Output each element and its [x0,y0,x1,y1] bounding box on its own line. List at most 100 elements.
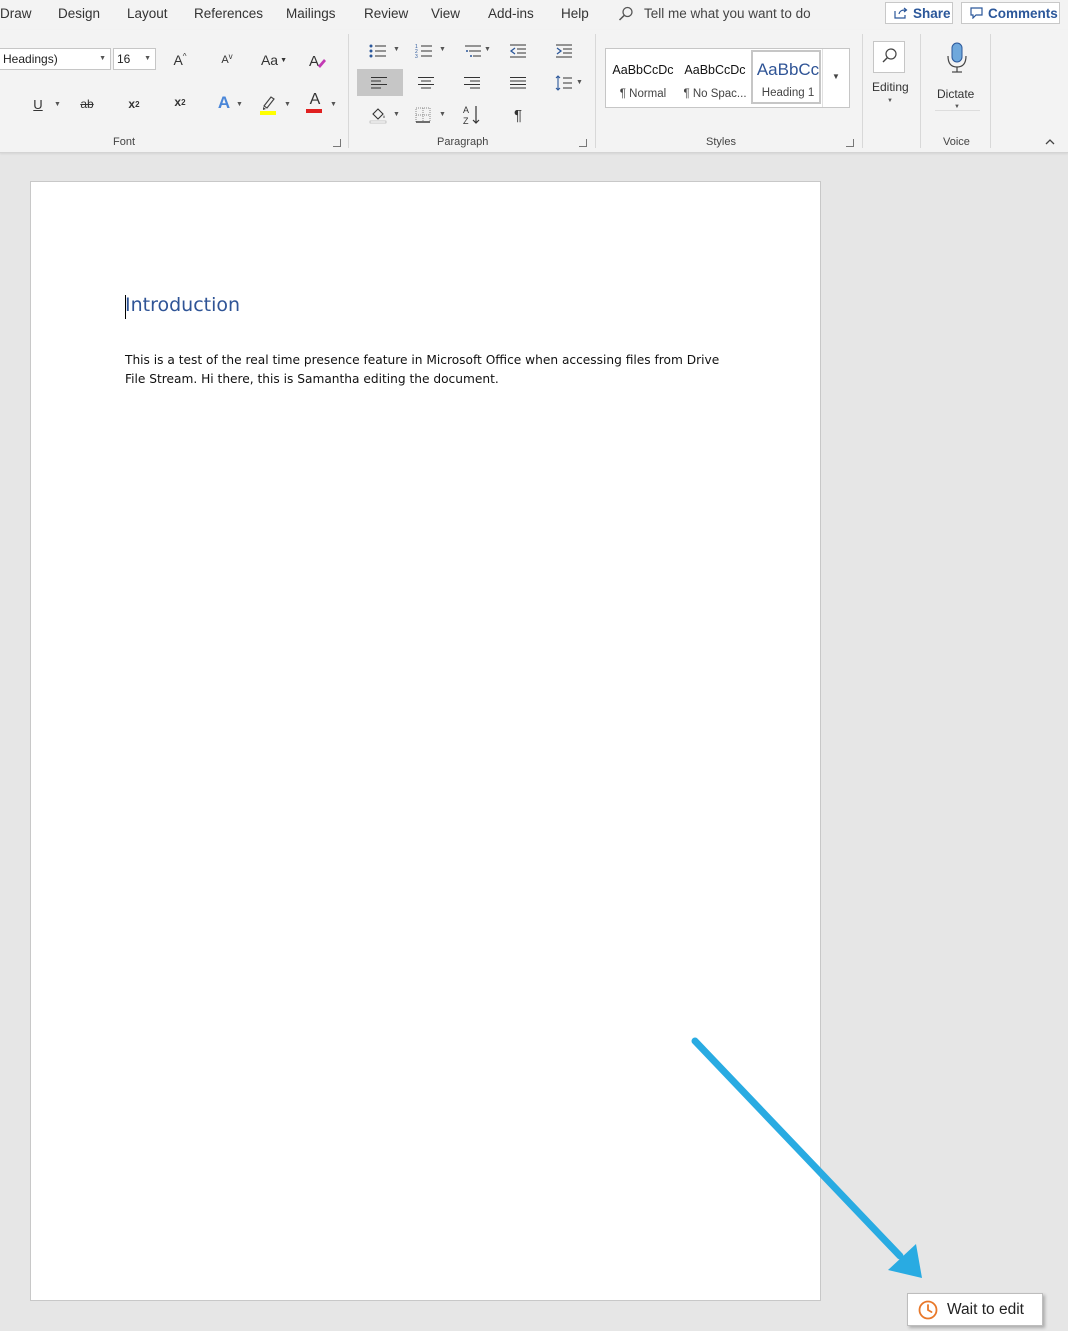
styles-dialog-launcher[interactable] [846,139,854,147]
editing-button[interactable]: Editing ▼ [867,40,913,112]
comment-icon [970,7,983,19]
decrease-indent-button[interactable] [508,42,528,60]
chevron-down-icon[interactable]: ▼ [393,46,400,53]
styles-gallery: AaBbCcDc ¶ Normal AaBbCcDc ¶ No Spac... … [605,48,850,108]
line-spacing-button[interactable] [554,74,574,92]
chevron-down-icon[interactable]: ▼ [576,79,583,86]
collapse-ribbon-icon[interactable] [1044,138,1056,146]
superscript-button[interactable]: x2 [170,92,190,112]
tab-view[interactable]: View [431,6,460,21]
change-case-button[interactable]: Aa ▼ [259,50,289,70]
style-normal[interactable]: AaBbCcDc ¶ Normal [608,49,678,107]
numbering-button[interactable]: 1 2 3 [413,42,435,60]
svg-text:A: A [463,105,469,115]
font-color-button[interactable]: A [305,90,325,114]
bullets-icon [369,44,386,58]
justify-icon [510,77,526,89]
underline-button[interactable]: U [29,94,47,114]
align-center-button[interactable] [417,76,435,90]
chevron-down-icon[interactable]: ▼ [439,46,446,53]
decrease-indent-icon [509,44,526,58]
tab-layout[interactable]: Layout [127,6,168,21]
subscript-button[interactable]: x2 [124,94,144,114]
comments-button[interactable]: Comments [961,2,1060,24]
clock-icon [918,1300,938,1319]
voice-group-label: Voice [943,136,970,148]
clear-formatting-icon: A [309,53,326,70]
text-effects-button[interactable]: A [214,92,234,114]
paint-bucket-icon [369,108,387,124]
chevron-down-icon[interactable]: ▼ [54,101,61,108]
chevron-down-icon[interactable]: ▼ [439,111,446,118]
tab-draw[interactable]: Draw [0,6,32,21]
tab-design[interactable]: Design [58,6,100,21]
style-name: ¶ Normal [619,88,667,100]
grow-font-icon: A [173,52,183,68]
strikethrough-icon: ab [80,97,94,111]
dictate-button[interactable]: Dictate ▼ [933,40,981,116]
multilevel-list-button[interactable] [462,42,484,60]
justify-button[interactable] [509,76,527,90]
show-formatting-button[interactable]: ¶ [508,105,528,125]
style-heading-1[interactable]: AaBbCc Heading 1 [751,50,821,104]
document-paragraph[interactable]: This is a test of the real time presence… [125,351,725,389]
borders-button[interactable] [413,105,433,125]
share-button[interactable]: Share [885,2,953,24]
chevron-down-icon: ▼ [99,55,106,62]
chevron-down-icon[interactable]: ▼ [236,101,243,108]
increase-indent-button[interactable] [554,42,574,60]
grow-font-button[interactable]: A ^ [170,50,190,70]
sort-button[interactable]: A Z [461,103,483,127]
microphone-icon [947,42,967,73]
styles-more-button[interactable]: ▼ [822,49,849,107]
pilcrow-icon: ¶ [513,106,523,124]
clear-formatting-button[interactable]: A [305,50,329,72]
shrink-font-button[interactable]: Av [217,50,237,70]
chevron-down-icon[interactable]: ▼ [484,46,491,53]
align-left-button[interactable] [370,76,388,90]
chevron-down-icon: ▼ [887,98,893,104]
chevron-down-icon[interactable]: ▼ [330,101,337,108]
paragraph-group-label: Paragraph [437,136,489,148]
borders-icon [415,107,431,123]
font-dialog-launcher[interactable] [333,139,341,147]
align-right-button[interactable] [463,76,481,90]
subscript-icon: x [128,97,136,111]
font-name-box[interactable]: Headings) ▼ [0,48,111,70]
ribbon: Headings) ▼ 16 ▼ A ^ Av Aa ▼ A U ▼ ab x2 x… [0,30,1068,153]
editing-label: Editing [872,80,909,94]
search-icon [618,6,633,21]
styles-group-label: Styles [706,136,736,148]
highlight-color-bar [260,111,276,115]
tab-add-ins[interactable]: Add-ins [488,6,534,21]
tab-references[interactable]: References [194,6,263,21]
share-label: Share [913,5,951,21]
superscript-icon: x [174,95,182,109]
paragraph-dialog-launcher[interactable] [579,139,587,147]
wait-to-edit-button[interactable]: Wait to edit [907,1293,1043,1326]
document-heading[interactable]: Introduction [125,294,240,316]
font-color-bar [306,109,322,113]
chevron-down-icon[interactable]: ▼ [284,101,291,108]
font-size-box[interactable]: 16 ▼ [113,48,156,70]
change-case-icon: Aa [260,52,279,68]
wait-to-edit-label: Wait to edit [947,1300,1024,1318]
group-separator [348,34,349,148]
strikethrough-button[interactable]: ab [77,94,97,114]
chevron-down-icon: ▼ [144,55,151,62]
shading-button[interactable] [368,105,388,125]
shrink-font-icon: A [221,54,229,66]
style-no-spacing[interactable]: AaBbCcDc ¶ No Spac... [680,49,750,107]
tab-review[interactable]: Review [364,6,408,21]
tab-mailings[interactable]: Mailings [286,6,336,21]
highlight-color-button[interactable] [258,92,280,116]
tab-help[interactable]: Help [561,6,589,21]
group-separator [862,34,863,148]
bullets-button[interactable] [367,42,389,60]
style-name: ¶ No Spac... [683,88,747,100]
style-preview: AaBbCc [756,60,820,79]
font-size-value: 16 [117,52,131,66]
group-separator [990,34,991,148]
document-page[interactable]: Introduction This is a test of the real … [30,181,821,1301]
chevron-down-icon[interactable]: ▼ [393,111,400,118]
